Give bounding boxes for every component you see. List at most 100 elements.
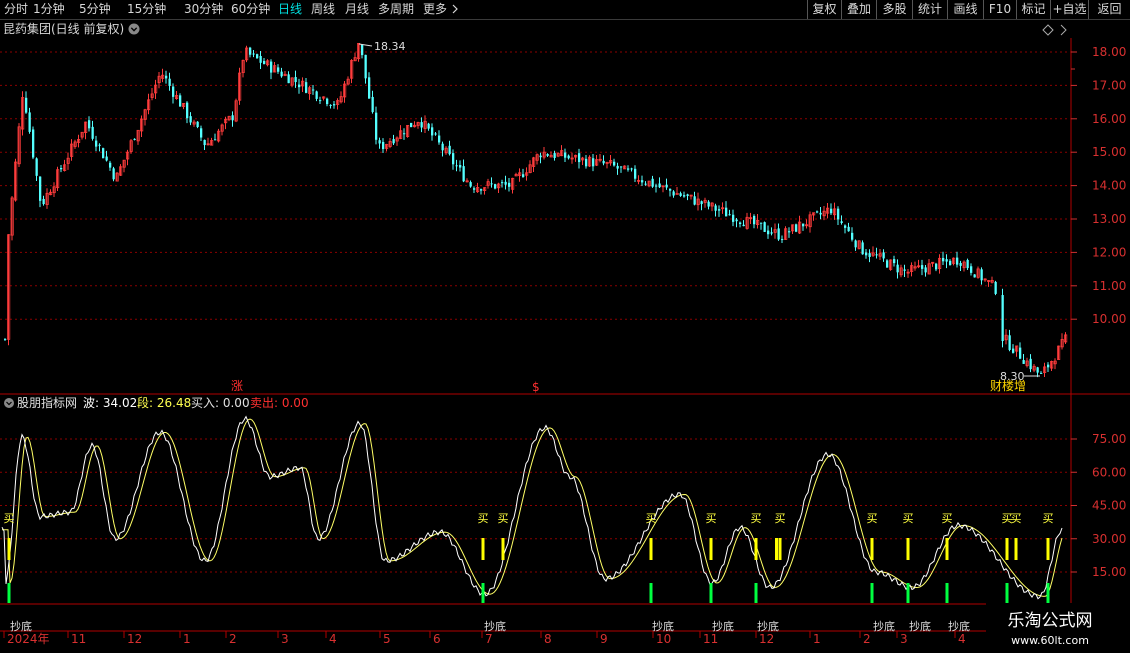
toolbar-button-2[interactable]: 多股	[876, 0, 912, 19]
candle-body	[294, 77, 297, 83]
candle-body	[259, 55, 262, 63]
bottom-signal-bar	[906, 583, 910, 603]
candle-body	[494, 184, 497, 189]
candle-body	[95, 140, 98, 147]
marker-zhang: 涨	[231, 378, 243, 393]
candle-body	[315, 91, 318, 99]
buy-signal-label: 买	[1043, 512, 1054, 525]
candle-body	[732, 214, 735, 222]
candle-body	[739, 222, 742, 224]
candle-body	[200, 128, 203, 138]
more-button[interactable]: 更多	[423, 2, 459, 17]
candle-body	[679, 193, 682, 196]
candle-body	[903, 269, 906, 271]
tab-timeframe-9[interactable]: 多周期	[378, 2, 414, 17]
candle-body	[851, 232, 854, 240]
candle-body	[585, 158, 588, 167]
date-label: 11	[703, 632, 718, 646]
candle-body	[781, 239, 784, 241]
candle-body	[329, 104, 332, 106]
candle-body	[441, 143, 444, 151]
candle-body	[361, 44, 364, 56]
toolbar-button-4[interactable]: 画线	[947, 0, 983, 19]
candle-body	[280, 71, 283, 77]
candle-body	[1012, 348, 1015, 353]
candle-body	[861, 242, 864, 255]
buy-signal-label: 买	[903, 512, 914, 525]
bottom-signal-label: 抄底	[484, 619, 506, 633]
tab-timeframe-5[interactable]: 60分钟	[231, 2, 270, 17]
toolbar-button-3[interactable]: 统计	[912, 0, 947, 19]
candle-body	[553, 153, 556, 158]
candle-body	[672, 191, 675, 196]
date-label: 11	[71, 632, 86, 646]
toolbar-button-0[interactable]: 复权	[807, 0, 841, 19]
buy-signal-bar	[501, 538, 505, 560]
bottom-signal-label: 抄底	[909, 619, 931, 633]
bottom-signal-bar	[709, 583, 713, 603]
candle-body	[431, 127, 434, 136]
bottom-signal-label: 抄底	[948, 619, 970, 633]
candle-body	[168, 78, 171, 86]
date-label: 4	[329, 632, 337, 646]
tab-timeframe-3[interactable]: 15分钟	[127, 2, 166, 17]
candle-body	[298, 84, 301, 88]
buy-signal-label: 买	[751, 512, 762, 525]
candle-body	[1029, 358, 1032, 370]
toolbar-button-8[interactable]: 返回	[1088, 0, 1130, 19]
candle-body	[700, 201, 703, 205]
candle-body	[844, 225, 847, 228]
buy-signal-label: 买	[1011, 512, 1022, 525]
candle-body	[718, 209, 721, 211]
indicator-name: 股朋指标网	[17, 395, 77, 410]
candle-body	[1040, 372, 1043, 374]
tab-timeframe-8[interactable]: 月线	[345, 2, 369, 17]
buy-signal-label: 买	[4, 512, 15, 525]
tab-timeframe-0[interactable]: 分时	[4, 2, 28, 17]
candle-body	[189, 116, 192, 123]
toolbar-button-6[interactable]: 标记	[1016, 0, 1050, 19]
price-tick-label: 18.00	[1092, 45, 1126, 59]
buy-signal-bar	[1046, 538, 1050, 560]
bottom-signal-bar	[870, 583, 874, 603]
candle-body	[875, 254, 878, 256]
candle-body	[455, 165, 458, 167]
candle-body	[924, 267, 927, 273]
candle-body	[959, 262, 962, 266]
candle-body	[427, 123, 430, 129]
candle-body	[270, 61, 273, 73]
candle-body	[333, 104, 336, 106]
candle-body	[882, 252, 885, 259]
candle-body	[613, 161, 616, 166]
candle-body	[945, 259, 948, 262]
wave-line	[1, 415, 1063, 600]
toolbar-button-1[interactable]: 叠加	[841, 0, 876, 19]
candle-body	[1001, 295, 1004, 342]
buy-signal-bar	[775, 538, 778, 560]
buy-signal-bar	[945, 538, 949, 560]
candle-body	[32, 129, 35, 158]
bottom-signal-label: 抄底	[712, 619, 734, 633]
candle-body	[88, 120, 91, 129]
tab-timeframe-6[interactable]: 日线	[278, 2, 302, 17]
tab-timeframe-4[interactable]: 30分钟	[184, 2, 223, 17]
candle-body	[644, 183, 647, 185]
candle-body	[669, 188, 672, 191]
date-label: 2024年	[7, 632, 50, 646]
candle-body	[956, 257, 959, 265]
date-label: 1	[813, 632, 821, 646]
tab-timeframe-1[interactable]: 1分钟	[33, 2, 65, 17]
candle-body	[490, 183, 493, 185]
candle-body	[840, 221, 843, 224]
tab-timeframe-2[interactable]: 5分钟	[79, 2, 111, 17]
buy-signal-bar	[481, 538, 485, 560]
candle-body	[966, 259, 969, 269]
date-label: 12	[759, 632, 774, 646]
indicator-tick-label: 15.00	[1092, 565, 1126, 579]
candle-body	[854, 240, 857, 248]
candle-body	[795, 224, 798, 232]
tab-timeframe-7[interactable]: 周线	[311, 2, 335, 17]
toolbar-button-5[interactable]: F10	[983, 0, 1016, 19]
toolbar-button-7[interactable]: +自选	[1050, 0, 1088, 19]
candle-body	[319, 100, 322, 102]
